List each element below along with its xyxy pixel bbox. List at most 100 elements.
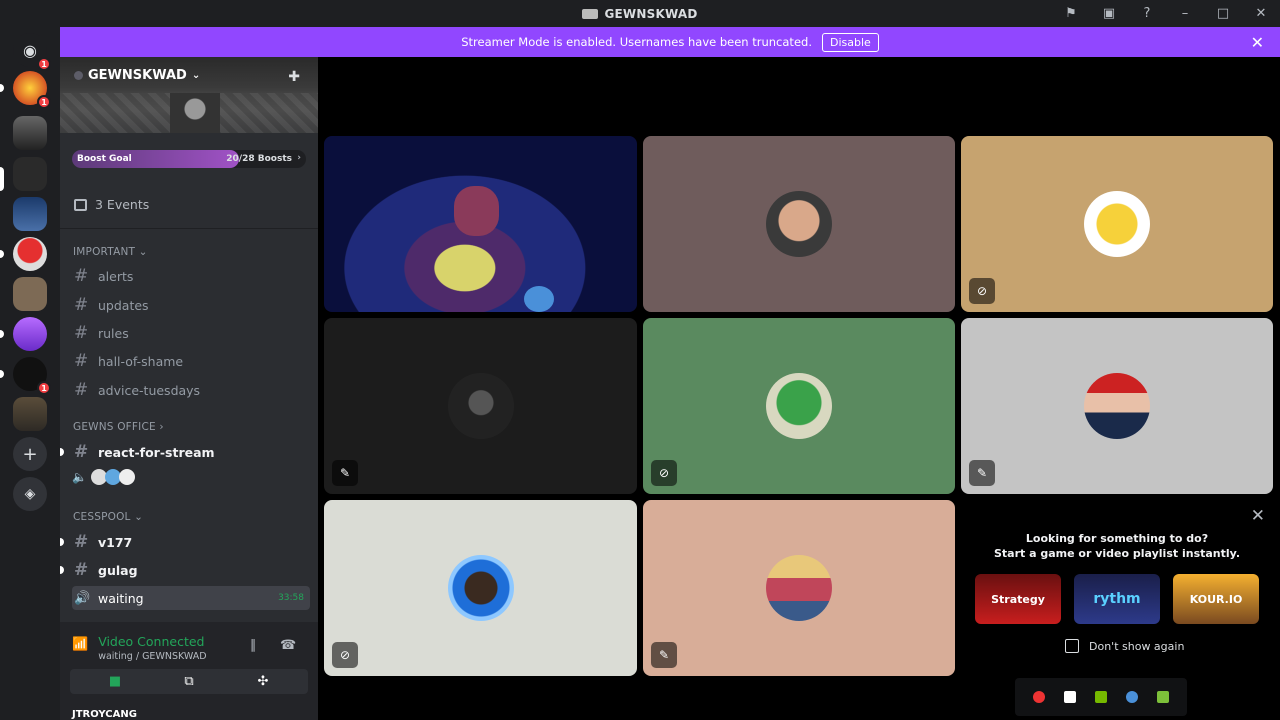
tray-app-icon[interactable] — [1032, 691, 1045, 703]
system-tray — [1015, 678, 1187, 716]
video-tile-user[interactable]: ⊘ — [961, 136, 1273, 312]
hash-icon: # — [74, 560, 89, 580]
window-controls: ⚑ ▣ ? – □ ✕ — [1052, 0, 1280, 27]
channel-label: advice-tuesdays — [98, 382, 201, 398]
game-label: rythm — [1093, 591, 1141, 607]
channel-updates[interactable]: # updates — [72, 293, 310, 317]
notification-badge: 1 — [37, 57, 51, 71]
tray-app-icon[interactable] — [1063, 691, 1076, 703]
hash-icon: # — [74, 351, 89, 371]
server-icon-car[interactable] — [13, 116, 47, 150]
hash-icon: # — [74, 295, 89, 315]
user-name[interactable]: JTROYCANG — [72, 709, 137, 720]
close-icon[interactable]: ✕ — [1251, 33, 1264, 52]
add-server-icon[interactable]: + — [13, 437, 47, 471]
notification-badge: 1 — [37, 381, 51, 395]
tray-app-icon[interactable] — [1157, 691, 1170, 703]
events-label: 3 Events — [95, 197, 150, 212]
hash-icon: # — [74, 532, 89, 552]
server-icon-andii[interactable] — [13, 317, 47, 351]
avatar — [447, 555, 514, 621]
boost-count: 20/28 Boosts — [226, 154, 292, 164]
game-strategy[interactable]: Strategy — [975, 574, 1061, 624]
activity-title: Looking for something to do? — [1025, 532, 1209, 545]
server-icon-face[interactable] — [13, 277, 47, 311]
avatar — [766, 373, 832, 439]
channel-alerts[interactable]: # alerts — [72, 264, 310, 288]
server-icon-camo[interactable] — [13, 397, 47, 431]
inbox-icon[interactable]: ▣ — [1090, 0, 1128, 27]
channel-advice-tuesdays[interactable]: # advice-tuesdays — [72, 378, 310, 402]
discover-icon[interactable]: ◈ — [13, 477, 47, 511]
disconnect-icon[interactable]: ☎ — [280, 638, 296, 653]
server-banner[interactable]: GEWNSKWAD ⌄ ✚ — [60, 57, 318, 133]
channel-react-for-stream[interactable]: # react-for-stream — [72, 440, 310, 464]
category-gewns-office[interactable]: GEWNS OFFICE › — [73, 421, 164, 433]
hash-icon: # — [74, 380, 89, 400]
flag-icon[interactable]: ⚑ — [1052, 0, 1090, 27]
server-logo-icon — [582, 8, 599, 19]
server-icon-red[interactable]: 1 — [13, 71, 51, 109]
category-cesspool[interactable]: CESSPOOL ⌄ — [73, 511, 143, 523]
avatar — [447, 373, 514, 439]
video-tile-user[interactable]: ✎ — [643, 500, 955, 676]
invite-people-icon[interactable]: ✚ — [288, 69, 300, 85]
video-tile-camera[interactable] — [324, 136, 637, 312]
close-icon[interactable]: ✕ — [1251, 506, 1265, 526]
channel-gulag[interactable]: # gulag — [72, 558, 310, 582]
channel-hall-of-shame[interactable]: # hall-of-shame — [72, 349, 310, 373]
nvidia-icon[interactable] — [1094, 691, 1107, 703]
video-off-icon: ⊘ — [969, 278, 995, 304]
activity-icon: ✣ — [257, 674, 269, 689]
channel-label: v177 — [98, 534, 133, 550]
category-important[interactable]: IMPORTANT ⌄ — [73, 246, 148, 258]
voice-timer: 33:58 — [278, 593, 304, 603]
disable-button[interactable]: Disable — [821, 32, 879, 52]
video-tile-user[interactable]: ⊘ — [324, 500, 637, 676]
boost-goal-bar[interactable]: Boost Goal 20/28 Boosts › — [72, 150, 306, 168]
discord-home-icon[interactable]: ◉ 1 — [13, 33, 51, 71]
channel-label: react-for-stream — [98, 444, 215, 460]
avatar — [1084, 373, 1150, 439]
activity-subtitle: Start a game or video playlist instantly… — [994, 547, 1240, 560]
banner-face-image — [170, 93, 220, 133]
dont-show-again[interactable]: Don't show again — [1065, 639, 1184, 653]
chevron-right-icon: › — [297, 153, 301, 163]
speaker-icon: 🔈 — [72, 470, 87, 484]
video-tile-user[interactable]: ✎ — [324, 318, 637, 494]
video-tile-user[interactable]: ⊘ — [643, 318, 955, 494]
avatar — [766, 555, 832, 621]
close-icon[interactable]: ✕ — [1242, 0, 1280, 27]
voice-users: 🔈 — [72, 469, 135, 485]
video-object — [524, 286, 554, 312]
voice-connected-label[interactable]: Video Connected — [98, 634, 206, 649]
unread-indicator — [60, 448, 64, 456]
video-tile-user[interactable] — [643, 136, 955, 312]
steam-icon[interactable] — [1126, 691, 1139, 703]
signal-icon: 📶 — [72, 637, 89, 652]
server-name[interactable]: GEWNSKWAD ⌄ — [74, 68, 200, 83]
channel-waiting[interactable]: 🔊 waiting 33:58 — [72, 586, 310, 610]
video-tile-user[interactable]: ✎ — [961, 318, 1273, 494]
server-icon-mushroom[interactable] — [13, 237, 47, 271]
game-kour[interactable]: KOUR.IO — [1173, 574, 1259, 624]
game-rythm[interactable]: rythm — [1074, 574, 1160, 624]
minimize-icon[interactable]: – — [1166, 0, 1204, 27]
server-icon-white[interactable]: 1 — [13, 357, 51, 395]
speaker-icon: 🔊 — [74, 590, 91, 606]
notification-badge: 1 — [37, 95, 51, 109]
title-bar: GEWNSKWAD ⚑ ▣ ? – □ ✕ — [0, 0, 1280, 27]
server-icon-blue-car[interactable] — [13, 197, 47, 231]
maximize-icon[interactable]: □ — [1204, 0, 1242, 27]
events-link[interactable]: 3 Events — [74, 197, 149, 212]
channel-sidebar: GEWNSKWAD ⌄ ✚ Boost Goal 20/28 Boosts › … — [60, 57, 318, 720]
avatar[interactable] — [118, 469, 135, 485]
activity-button[interactable]: ✣ — [218, 669, 308, 694]
noise-suppression-icon[interactable]: ∥ — [250, 638, 257, 653]
dont-show-checkbox[interactable] — [1065, 639, 1079, 653]
help-icon[interactable]: ? — [1128, 0, 1166, 27]
server-icon-gewnskwad[interactable] — [13, 157, 47, 191]
unread-pill — [0, 330, 4, 338]
channel-v177[interactable]: # v177 — [72, 530, 310, 554]
channel-rules[interactable]: # rules — [72, 321, 310, 345]
